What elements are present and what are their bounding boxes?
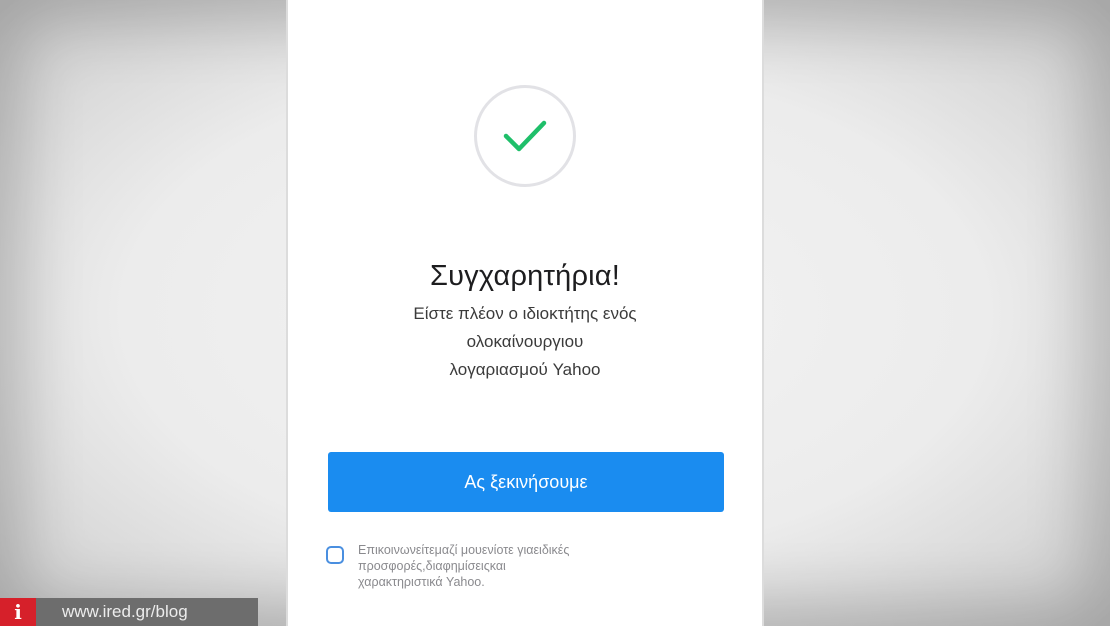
success-message: Είστε πλέον ο ιδιοκτήτης ενός ολοκαίνουρ… [288, 300, 762, 384]
watermark-url: www.ired.gr/blog [36, 598, 258, 626]
signup-success-card: Συγχαρητήρια! Είστε πλέον ο ιδιοκτήτης ε… [286, 0, 764, 626]
success-message-line: Είστε πλέον ο ιδιοκτήτης ενός [413, 304, 637, 323]
page-title: Συγχαρητήρια! [429, 260, 621, 292]
ired-logo-icon: i [0, 598, 36, 626]
site-watermark: i www.ired.gr/blog [0, 598, 258, 626]
get-started-button[interactable]: Ας ξεκινήσουμε [328, 452, 724, 512]
marketing-optin[interactable]: Επικοινωνείτεμαζί μουενίοτε γιαειδικές π… [326, 542, 588, 590]
marketing-optin-label[interactable]: Επικοινωνείτεμαζί μουενίοτε γιαειδικές π… [358, 542, 588, 590]
success-message-line: λογαριασμού Yahoo [449, 360, 601, 379]
optin-text-line: Επικοινωνείτεμαζί μουενίοτε γιαειδικές [358, 543, 570, 557]
optin-text-line: προσφορές,διαφημίσειςκαι [358, 559, 506, 573]
marketing-optin-checkbox[interactable] [326, 546, 344, 564]
check-icon [503, 120, 547, 152]
optin-text-line: χαρακτηριστικά Yahoo. [358, 575, 485, 589]
success-message-line: ολοκαίνουργιου [466, 332, 584, 351]
success-check-circle [474, 85, 576, 187]
